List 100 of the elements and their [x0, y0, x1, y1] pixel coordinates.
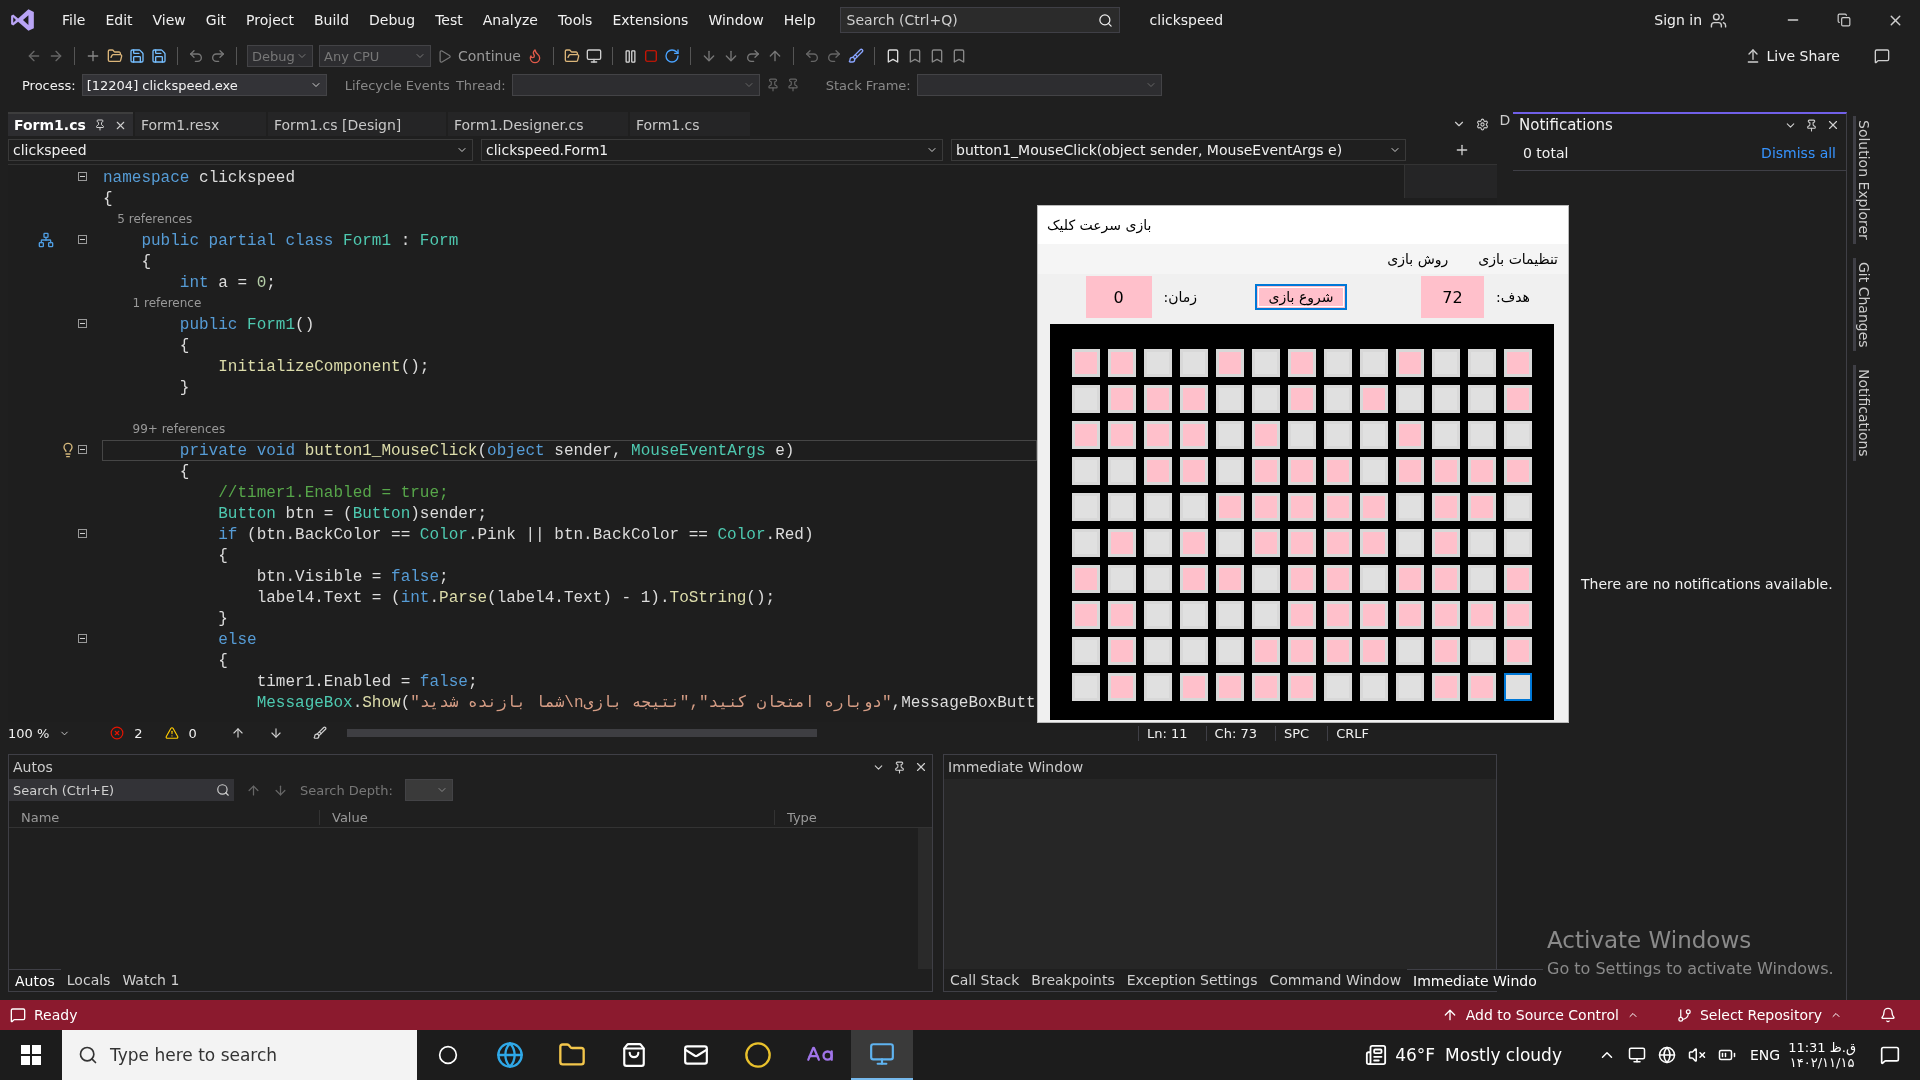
- fold-toggle[interactable]: [78, 319, 87, 328]
- input-language[interactable]: ENG: [1749, 1047, 1781, 1063]
- save-all-icon[interactable]: [151, 48, 167, 64]
- menu-item[interactable]: Edit: [95, 12, 143, 28]
- side-panel-tab[interactable]: Notifications: [1852, 365, 1872, 461]
- menu-item[interactable]: Window: [698, 12, 774, 28]
- pin-icon[interactable]: [1805, 118, 1818, 132]
- previous-issue-icon[interactable]: [230, 726, 245, 740]
- source-control-button[interactable]: Add to Source Control: [1465, 1007, 1619, 1023]
- forward-icon[interactable]: [48, 48, 64, 64]
- line-number[interactable]: Ln: 11: [1138, 725, 1196, 741]
- start-game-button[interactable]: شروع بازی: [1255, 284, 1348, 310]
- vertical-scrollbar[interactable]: [918, 828, 932, 969]
- immediate-window-area[interactable]: [944, 779, 1496, 969]
- search-field[interactable]: Search (Ctrl+Q): [839, 7, 1120, 33]
- fold-toggle[interactable]: [78, 529, 87, 538]
- tool-window-tab[interactable]: Breakpoints: [1025, 969, 1121, 991]
- menu-item[interactable]: Analyze: [472, 12, 548, 28]
- menu-item[interactable]: Help: [773, 12, 826, 28]
- dismiss-all-link[interactable]: Dismiss all: [1761, 145, 1836, 161]
- tool-window-tab[interactable]: Exception Settings: [1120, 969, 1264, 991]
- tool-window-tab[interactable]: Watch 1: [116, 969, 186, 991]
- collapsed-panel-tab[interactable]: D: [1499, 112, 1511, 128]
- pin-icon[interactable]: [93, 119, 106, 131]
- redo-icon[interactable]: [825, 48, 842, 64]
- split-icon[interactable]: [1454, 142, 1470, 158]
- menu-item[interactable]: View: [142, 12, 196, 28]
- side-panel-tab[interactable]: Git Changes: [1852, 257, 1872, 352]
- menu-item[interactable]: روش بازی: [1387, 251, 1449, 267]
- fold-toggle[interactable]: [78, 634, 87, 643]
- undo-icon[interactable]: [803, 48, 820, 64]
- store-icon[interactable]: [621, 1042, 647, 1068]
- pin-icon[interactable]: [893, 760, 906, 774]
- restore-icon[interactable]: [1837, 13, 1851, 27]
- mail-icon[interactable]: [683, 1042, 709, 1068]
- app-logo-icon[interactable]: [10, 7, 36, 33]
- horizontal-scrollbar[interactable]: [346, 729, 817, 737]
- code-lens-references[interactable]: 5 references: [102, 209, 193, 230]
- new-item-icon[interactable]: [85, 48, 101, 64]
- error-count[interactable]: 2: [134, 725, 143, 741]
- open-folder-icon[interactable]: [107, 48, 123, 64]
- close-icon[interactable]: [1826, 118, 1840, 132]
- play-icon[interactable]: [437, 48, 452, 64]
- taskbar-search-field[interactable]: Type here to search: [62, 1030, 417, 1080]
- format-icon[interactable]: [847, 48, 864, 64]
- zoom-level-dropdown[interactable]: 100 %: [8, 725, 50, 741]
- whitespace-mode[interactable]: SPC: [1275, 725, 1318, 741]
- column-header[interactable]: Value: [319, 809, 774, 825]
- lifecycle-events-button[interactable]: Lifecycle Events: [344, 77, 450, 93]
- search-field[interactable]: Search (Ctrl+E): [9, 779, 234, 801]
- pause-icon[interactable]: [622, 48, 638, 64]
- clock-date[interactable]: ۱۴۰۲/۱۱/۱۵: [1789, 1055, 1855, 1070]
- thread-dropdown[interactable]: [511, 74, 760, 96]
- step-back-icon[interactable]: [744, 48, 761, 64]
- process-dropdown[interactable]: [12204] clickspeed.exe: [81, 74, 327, 96]
- close-icon[interactable]: [914, 760, 928, 774]
- repository-button[interactable]: Select Repository: [1699, 1007, 1822, 1023]
- volume-muted-icon[interactable]: [1687, 1046, 1706, 1064]
- document-tab[interactable]: Form1.cs [Design]: [268, 112, 446, 136]
- menu-item[interactable]: File: [52, 12, 96, 28]
- weather-forecast[interactable]: Mostly cloudy: [1445, 1045, 1562, 1065]
- menu-item[interactable]: Debug: [359, 12, 426, 28]
- document-tab[interactable]: Form1.cs: [8, 112, 133, 136]
- tool-window-tab[interactable]: Command Window: [1263, 969, 1408, 991]
- game-tile[interactable]: [1504, 673, 1532, 701]
- hierarchy-icon[interactable]: [38, 232, 54, 248]
- line-ending[interactable]: CRLF: [1327, 725, 1377, 741]
- warning-count[interactable]: 0: [188, 725, 197, 741]
- stop-icon[interactable]: [643, 49, 658, 63]
- device-icon[interactable]: [1627, 1046, 1646, 1064]
- menu-item[interactable]: Extensions: [602, 12, 699, 28]
- search-depth-dropdown[interactable]: [404, 779, 453, 801]
- temperature[interactable]: 46°F: [1395, 1045, 1436, 1065]
- save-icon[interactable]: [129, 48, 145, 64]
- navigation-dropdown[interactable]: button1_MouseClick(object sender, MouseEventArgs e): [951, 139, 1406, 161]
- back-icon[interactable]: [26, 48, 42, 64]
- fold-toggle[interactable]: [78, 172, 87, 181]
- navigation-dropdown[interactable]: clickspeed: [8, 139, 473, 161]
- account-icon[interactable]: [1710, 11, 1727, 29]
- app-window-icon[interactable]: [869, 1041, 895, 1067]
- feedback-icon[interactable]: [1874, 48, 1890, 64]
- column-number[interactable]: Ch: 73: [1205, 725, 1265, 741]
- network-icon[interactable]: [1657, 1046, 1676, 1064]
- redo-icon[interactable]: [210, 48, 226, 64]
- settings-icon[interactable]: [1476, 117, 1489, 131]
- sign-in-link[interactable]: Sign in: [1654, 12, 1702, 28]
- document-tab[interactable]: Form1.cs: [630, 112, 750, 136]
- fold-toggle[interactable]: [78, 445, 87, 454]
- code-lens-references[interactable]: 99+ references: [102, 419, 226, 440]
- continue-button[interactable]: Continue: [458, 48, 521, 64]
- folder-icon[interactable]: [563, 48, 580, 64]
- menu-item[interactable]: Project: [236, 12, 304, 28]
- task-view-icon[interactable]: [438, 1045, 458, 1065]
- menu-item[interactable]: تنظیمات بازی: [1478, 251, 1558, 267]
- clock-time[interactable]: 11:31 ق.ظ: [1788, 1040, 1856, 1055]
- column-header[interactable]: Type: [774, 809, 919, 825]
- menu-item[interactable]: Test: [425, 12, 473, 28]
- undo-icon[interactable]: [188, 48, 204, 64]
- column-header[interactable]: Name: [9, 809, 319, 825]
- search-next-icon[interactable]: [273, 782, 288, 798]
